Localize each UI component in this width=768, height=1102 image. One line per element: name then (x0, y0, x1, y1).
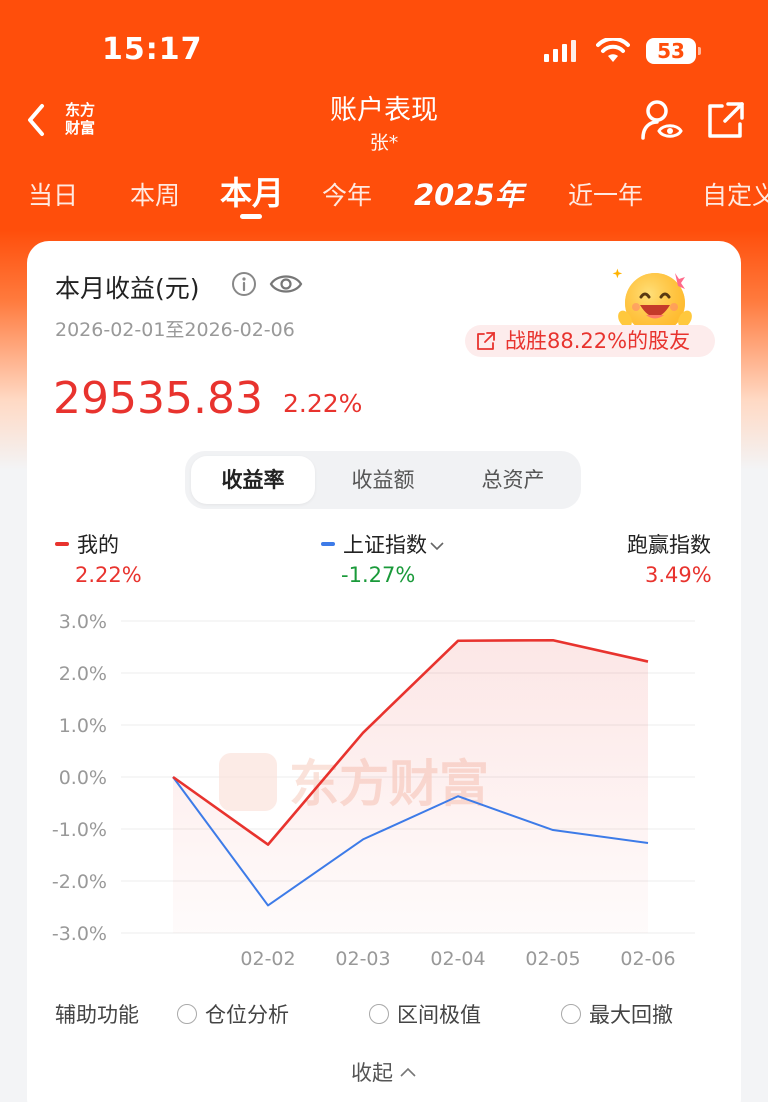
x-tick-label: 02-04 (430, 948, 485, 970)
date-range: 2026-02-01至2026-02-06 (55, 319, 295, 341)
radio-interval-extremes[interactable]: 区间极值 (369, 999, 481, 1029)
legend-outperform-label: 跑赢指数 (627, 533, 711, 557)
battery-icon: 53 (646, 38, 701, 64)
y-tick-label: -1.0% (52, 819, 107, 841)
radio-circle (177, 1004, 197, 1024)
segment-total-assets[interactable]: 总资产 (451, 456, 575, 504)
period-tabs: 当日 本周 本月 今年 2025年 近一年 自定义 (0, 168, 768, 228)
share-icon[interactable] (706, 100, 746, 140)
aux-functions-label: 辅助功能 (55, 1003, 139, 1027)
legend-index-swatch (321, 542, 335, 546)
tab-last-year[interactable]: 近一年 (568, 176, 643, 212)
beat-text: 战胜88.22%的股友 (505, 329, 691, 353)
y-tick-label: -3.0% (52, 923, 107, 945)
radio-position-analysis[interactable]: 仓位分析 (177, 999, 289, 1029)
x-tick-label: 02-03 (335, 948, 390, 970)
radio-label: 区间极值 (397, 1003, 481, 1027)
tab-today[interactable]: 当日 (28, 176, 78, 212)
legend-mine-swatch (55, 542, 69, 546)
info-icon[interactable] (231, 271, 257, 297)
tab-indicator (240, 214, 262, 219)
x-tick-label: 02-05 (525, 948, 580, 970)
radio-max-drawdown[interactable]: 最大回撤 (561, 999, 673, 1029)
tab-this-year[interactable]: 今年 (322, 176, 372, 212)
legend-outperform-value: 3.49% (645, 563, 712, 587)
radio-label: 仓位分析 (205, 1003, 289, 1027)
legend-mine: 我的 (55, 529, 119, 559)
watermark-logo-icon (219, 753, 277, 811)
user-privacy-icon[interactable] (640, 98, 684, 142)
collapse-label: 收起 (351, 1061, 393, 1085)
radio-circle (561, 1004, 581, 1024)
tab-custom[interactable]: 自定义 (702, 176, 768, 212)
legend-mine-value: 2.22% (75, 563, 142, 587)
collapse-button[interactable]: 收起 (27, 1057, 741, 1087)
segment-return-rate[interactable]: 收益率 (191, 456, 315, 504)
metric-segmented-control: 收益率 收益额 总资产 (185, 451, 581, 509)
performance-card: 本月收益(元) 2026-02-01至2026-02-06 战胜88.22%的股… (27, 241, 741, 1102)
chevron-down-icon (430, 542, 444, 551)
tab-this-month[interactable]: 本月 (220, 168, 284, 214)
beat-percentage-badge[interactable]: 战胜88.22%的股友 (465, 325, 715, 357)
y-tick-label: 0.0% (59, 767, 107, 789)
tab-2025[interactable]: 2025年 (414, 172, 524, 214)
wifi-icon (596, 38, 630, 62)
y-tick-label: 1.0% (59, 715, 107, 737)
x-tick-label: 02-06 (620, 948, 675, 970)
status-bar: 15:17 53 (0, 0, 768, 90)
legend-index-label: 上证指数 (343, 533, 427, 557)
status-time: 15:17 (102, 32, 203, 67)
legend-index-value: -1.27% (341, 563, 416, 587)
eye-icon[interactable] (269, 271, 303, 297)
profit-amount: 29535.83 (53, 373, 263, 424)
index-selector[interactable]: 上证指数 (321, 529, 445, 559)
chevron-up-icon (400, 1067, 416, 1077)
segment-return-amount[interactable]: 收益额 (321, 456, 445, 504)
radio-circle (369, 1004, 389, 1024)
external-link-icon (477, 332, 495, 350)
legend-mine-label: 我的 (77, 533, 119, 557)
profit-percentage: 2.22% (283, 389, 363, 418)
radio-label: 最大回撤 (589, 1003, 673, 1027)
y-tick-label: 3.0% (59, 611, 107, 633)
tab-this-week[interactable]: 本周 (130, 176, 180, 212)
y-tick-label: 2.0% (59, 663, 107, 685)
x-tick-label: 02-02 (240, 948, 295, 970)
return-line-chart: 3.0%2.0%1.0%0.0%-1.0%-2.0%-3.0%东方财富02-02… (52, 611, 695, 970)
cellular-signal-icon (544, 40, 576, 62)
card-title: 本月收益(元) (55, 274, 200, 303)
y-tick-label: -2.0% (52, 871, 107, 893)
